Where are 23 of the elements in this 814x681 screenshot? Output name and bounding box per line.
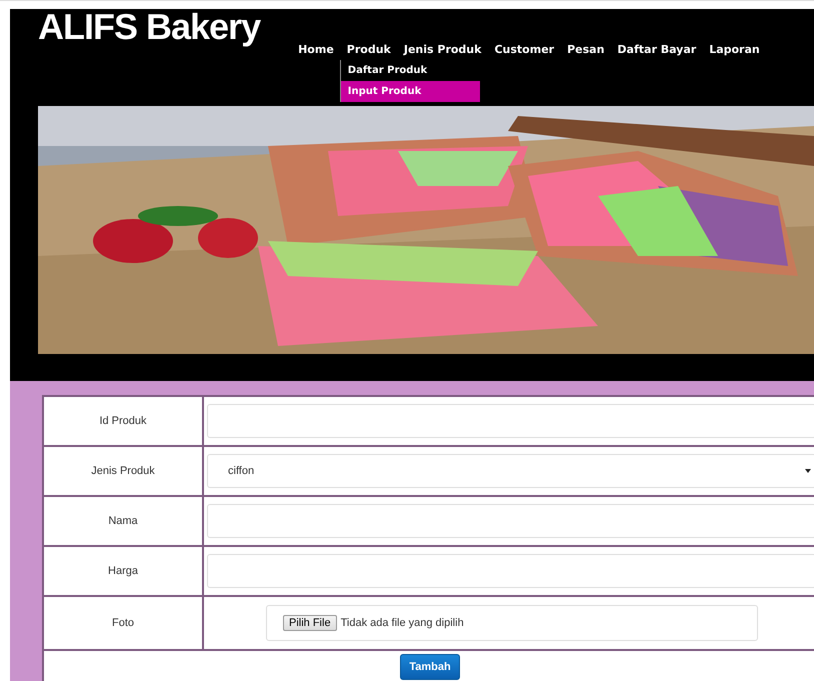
site-title: ALIFS Bakery [38, 9, 260, 45]
field-label: Nama [44, 497, 202, 545]
select-field[interactable]: ciffon [207, 454, 814, 488]
nav-link[interactable]: Pesan [567, 43, 604, 56]
text-field[interactable] [207, 554, 814, 588]
field-label: Foto [44, 597, 202, 649]
submit-button[interactable]: Tambah [400, 654, 460, 680]
nav-link[interactable]: Home [298, 43, 334, 56]
nav-link[interactable]: Produk [346, 43, 391, 56]
nav-link[interactable]: Jenis Produk [404, 43, 482, 56]
nav-link[interactable]: Laporan [709, 43, 760, 56]
field-label: Id Produk [44, 397, 202, 445]
file-status: Tidak ada file yang dipilih [340, 617, 464, 629]
field-label: Harga [44, 547, 202, 595]
nav-link[interactable]: Daftar Bayar [617, 43, 696, 56]
caret-icon [805, 469, 811, 473]
text-field[interactable] [207, 504, 814, 538]
nav-link[interactable]: Customer [494, 43, 554, 56]
text-field[interactable] [207, 404, 814, 438]
menu-item[interactable]: Input Produk [340, 81, 480, 102]
field-label: Jenis Produk [44, 447, 202, 495]
file-field[interactable]: Pilih File Tidak ada file yang dipilih [266, 605, 758, 641]
choose-file-button[interactable]: Pilih File [283, 615, 337, 631]
